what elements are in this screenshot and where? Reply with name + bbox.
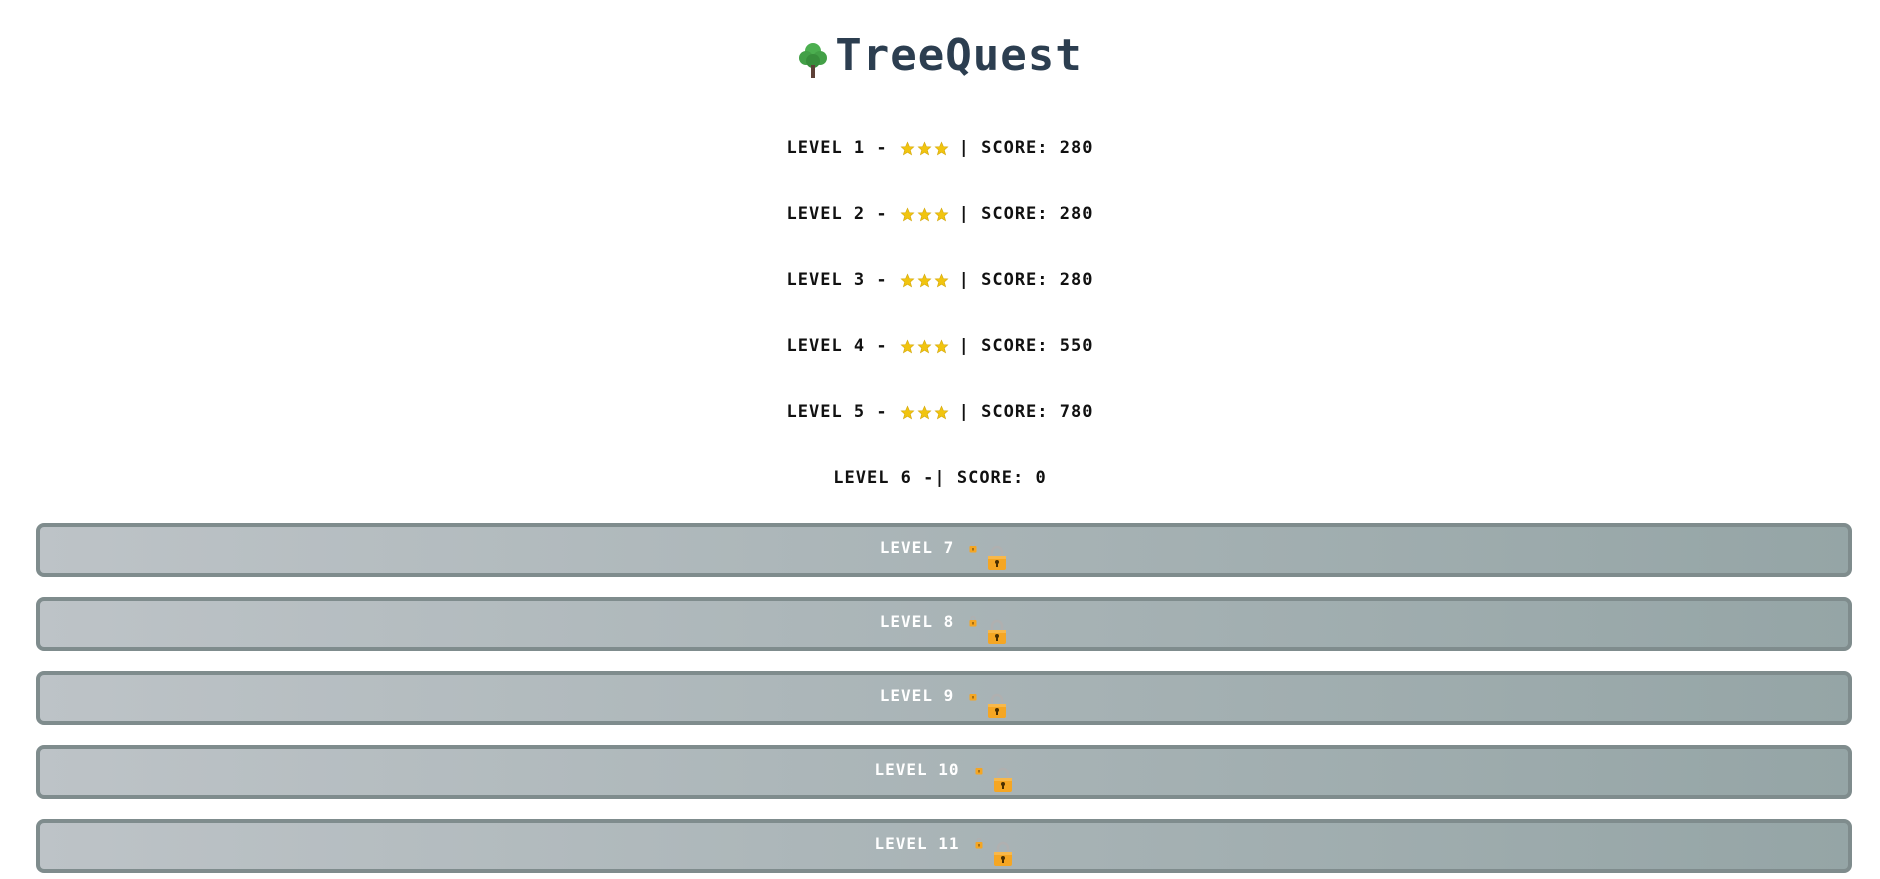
lock-icon <box>988 693 1007 718</box>
star-icon <box>934 339 949 354</box>
level-label: LEVEL 1 - <box>786 138 888 158</box>
level-label: LEVEL 5 - <box>786 402 888 422</box>
star-icon <box>934 405 949 420</box>
star-icon <box>917 141 932 156</box>
star-icon <box>917 339 932 354</box>
locked-levels-list: LEVEL 7 LEVEL 8 LEVEL 9 LEVEL 10 LEVEL 11 <box>36 523 1852 879</box>
lock-icon-small <box>969 615 977 627</box>
star-icon <box>900 207 915 222</box>
lock-icon-small <box>969 541 977 553</box>
lock-icon-small <box>975 763 983 775</box>
star-icon <box>900 273 915 288</box>
locked-level-button[interactable]: LEVEL 10 <box>36 745 1852 799</box>
locked-level-button[interactable]: LEVEL 9 <box>36 671 1852 725</box>
locked-level-label: LEVEL 9 <box>879 685 955 705</box>
star-rating <box>900 141 949 156</box>
level-row[interactable]: LEVEL 3 - | SCORE: 280 <box>0 270 1880 336</box>
locked-level-label: LEVEL 10 <box>874 759 960 779</box>
lock-icon <box>993 841 1012 866</box>
lock-icons <box>954 537 1008 570</box>
locked-level-label: LEVEL 7 <box>879 537 955 557</box>
level-label: LEVEL 4 - <box>786 336 888 356</box>
lock-icons <box>954 685 1008 718</box>
level-row[interactable]: LEVEL 4 - | SCORE: 550 <box>0 336 1880 402</box>
locked-level-button[interactable]: LEVEL 8 <box>36 597 1852 651</box>
tree-icon <box>799 42 828 78</box>
locked-level-button[interactable]: LEVEL 11 <box>36 819 1852 873</box>
star-icon <box>934 273 949 288</box>
lock-icon-small <box>975 837 983 849</box>
lock-icon <box>993 767 1012 792</box>
lock-icons <box>960 833 1014 866</box>
level-score: | SCORE: 550 <box>958 336 1094 356</box>
locked-level-button[interactable]: LEVEL 7 <box>36 523 1852 577</box>
lock-icon <box>988 545 1007 570</box>
star-icon <box>917 273 932 288</box>
star-rating <box>900 207 949 222</box>
locked-level-label: LEVEL 8 <box>879 611 955 631</box>
star-icon <box>917 207 932 222</box>
star-icon <box>900 405 915 420</box>
star-rating <box>900 405 949 420</box>
locked-level-label: LEVEL 11 <box>874 833 960 853</box>
level-select-screen: TreeQuest LEVEL 1 - | SCORE: 280 LEVEL 2 -… <box>0 0 1880 879</box>
lock-icons <box>954 611 1008 644</box>
star-rating <box>900 339 949 354</box>
level-score: | SCORE: 280 <box>958 138 1094 158</box>
star-rating <box>900 273 949 288</box>
level-row[interactable]: LEVEL 2 - | SCORE: 280 <box>0 204 1880 270</box>
level-score: | SCORE: 780 <box>958 402 1094 422</box>
lock-icons <box>960 759 1014 792</box>
completed-levels-list: LEVEL 1 - | SCORE: 280 LEVEL 2 - | SCORE: 2… <box>0 138 1880 534</box>
star-icon <box>900 141 915 156</box>
level-score: | SCORE: 280 <box>958 270 1094 290</box>
level-row[interactable]: LEVEL 5 - | SCORE: 780 <box>0 402 1880 468</box>
level-score: | SCORE: 0 <box>934 468 1047 488</box>
star-icon <box>934 207 949 222</box>
level-label: LEVEL 6 - <box>833 468 935 488</box>
level-label: LEVEL 3 - <box>786 270 888 290</box>
star-icon <box>900 339 915 354</box>
lock-icon-small <box>969 689 977 701</box>
star-icon <box>917 405 932 420</box>
level-score: | SCORE: 280 <box>958 204 1094 224</box>
level-label: LEVEL 2 - <box>786 204 888 224</box>
game-title: TreeQuest <box>835 30 1083 81</box>
level-row[interactable]: LEVEL 1 - | SCORE: 280 <box>0 138 1880 204</box>
star-icon <box>934 141 949 156</box>
header: TreeQuest <box>0 30 1880 81</box>
lock-icon <box>988 619 1007 644</box>
